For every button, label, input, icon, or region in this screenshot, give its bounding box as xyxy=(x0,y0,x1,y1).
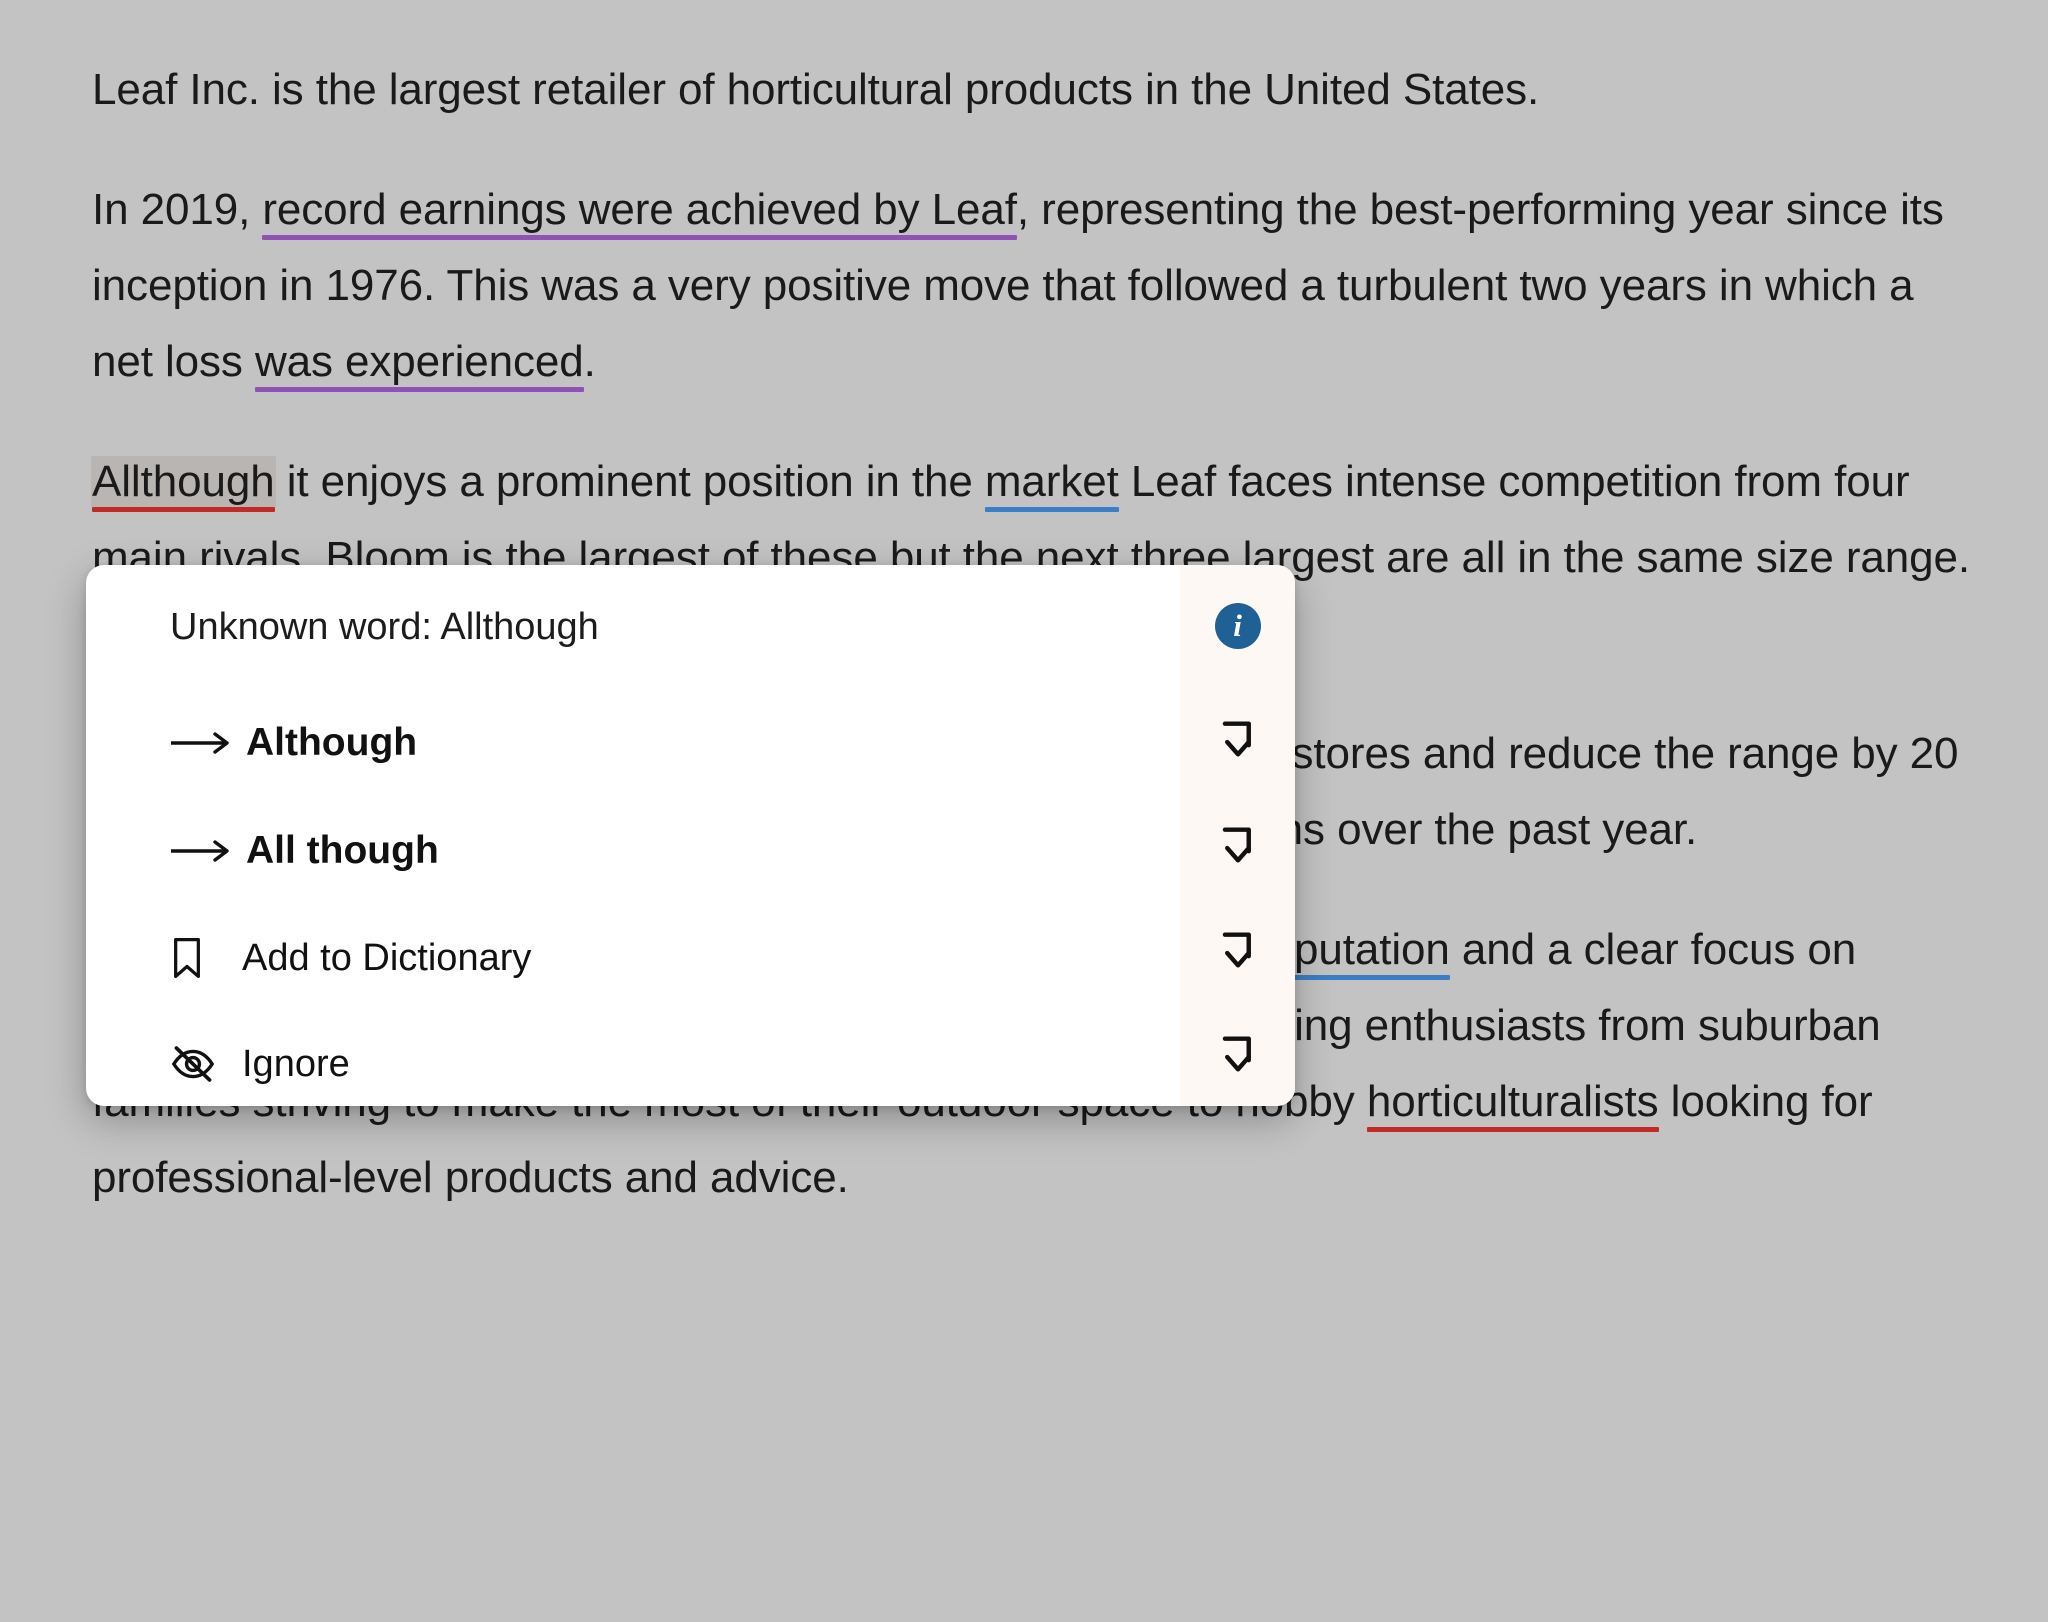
annotation-spelling[interactable]: horticulturalists xyxy=(1367,1077,1659,1126)
popup-menu: Unknown word: Allthough Although All tho… xyxy=(86,565,1180,1106)
text-segment: Leaf faces intense competition from four xyxy=(1119,457,1910,506)
info-rail-cell: i xyxy=(1180,565,1295,687)
long-right-arrow-icon xyxy=(170,838,246,864)
suggestion-label: Although xyxy=(246,721,417,765)
enter-key-icon xyxy=(1216,927,1260,973)
ignore-label: Ignore xyxy=(242,1043,350,1086)
enter-key-icon xyxy=(1216,822,1260,868)
paragraph-2[interactable]: In 2019, record earnings were achieved b… xyxy=(92,172,1982,400)
enter-rail-cell xyxy=(1180,1002,1295,1106)
enter-rail-cell xyxy=(1180,898,1295,1002)
text-segment: it enjoys a prominent position in the xyxy=(275,457,985,506)
enter-rail-cell xyxy=(1180,687,1295,793)
info-circle-icon[interactable]: i xyxy=(1215,603,1261,649)
text-segment: . xyxy=(584,337,596,386)
text-segment: In 2019, xyxy=(92,185,262,234)
text-segment: Leaf Inc. is the largest retailer of hor… xyxy=(92,65,1539,114)
popup-header-label: Unknown word: Allthough xyxy=(170,606,599,649)
suggestion-label: All though xyxy=(246,829,439,873)
annotation-passive-voice[interactable]: record earnings were achieved by Leaf xyxy=(262,185,1017,234)
spelling-suggestion-popup[interactable]: Unknown word: Allthough Although All tho… xyxy=(86,565,1295,1106)
ignore-button[interactable]: Ignore xyxy=(86,1011,1180,1106)
long-right-arrow-icon xyxy=(170,730,246,756)
popup-header: Unknown word: Allthough xyxy=(86,565,1180,689)
suggestion-item-all-though[interactable]: All though xyxy=(86,797,1180,905)
annotation-passive-voice[interactable]: was experienced xyxy=(255,337,584,386)
popup-shortcut-rail: i xyxy=(1180,565,1295,1106)
bookmark-icon xyxy=(170,936,242,980)
enter-key-icon xyxy=(1216,716,1260,762)
annotation-spelling-selected[interactable]: Allthough xyxy=(92,457,275,506)
suggestion-item-although[interactable]: Although xyxy=(86,689,1180,797)
add-to-dictionary-button[interactable]: Add to Dictionary xyxy=(86,905,1180,1011)
annotation-style[interactable]: market xyxy=(985,457,1119,506)
add-to-dictionary-label: Add to Dictionary xyxy=(242,937,531,980)
enter-rail-cell xyxy=(1180,792,1295,898)
paragraph-1[interactable]: Leaf Inc. is the largest retailer of hor… xyxy=(92,52,1982,128)
enter-key-icon xyxy=(1216,1031,1260,1077)
eye-off-icon xyxy=(170,1044,242,1084)
